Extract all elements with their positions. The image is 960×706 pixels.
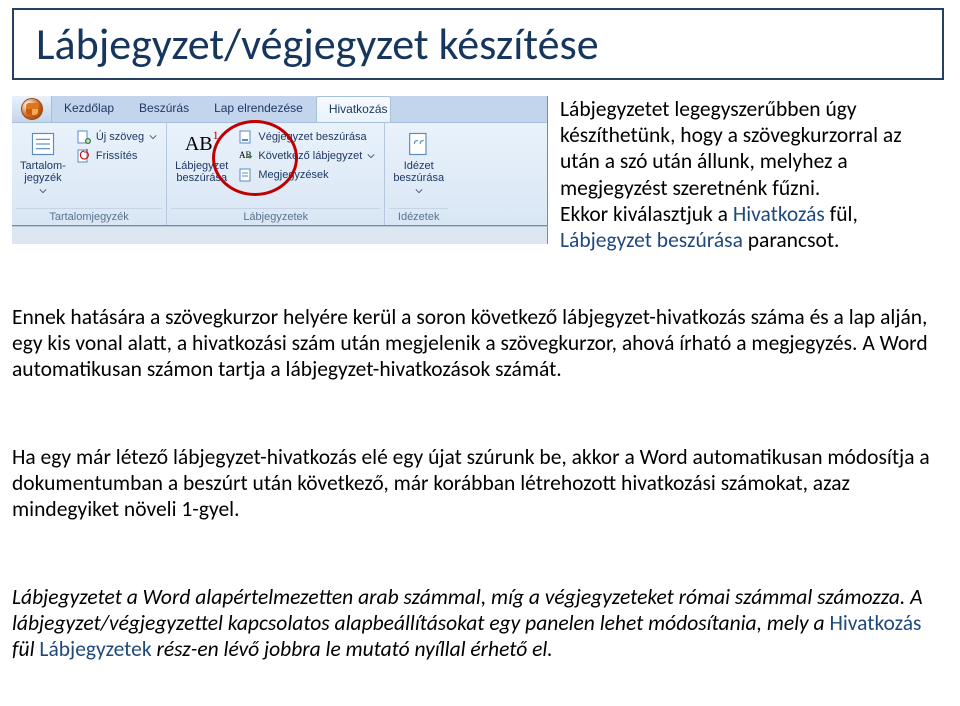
- insert-citation-label: Idézet beszúrása: [393, 160, 444, 184]
- insert-endnote-label: Végjegyzet beszúrása: [258, 131, 366, 143]
- chevron-down-icon: [366, 151, 376, 161]
- toc-button-label: Tartalom- jegyzék: [20, 160, 66, 184]
- add-text-button[interactable]: Új szöveg: [74, 128, 160, 146]
- endnote-icon: [238, 129, 254, 145]
- ruler: [12, 226, 548, 244]
- intro-hl-labjegyzet: Lábjegyzet beszúrása: [560, 227, 743, 253]
- group-title-footnotes: Lábjegyzetek: [171, 208, 380, 225]
- tab-kezdolap[interactable]: Kezdőlap: [52, 96, 127, 122]
- insert-citation-button[interactable]: Idézet beszúrása: [389, 126, 448, 208]
- p3-hl-labjegyzetek: Lábjegyzetek: [39, 636, 151, 662]
- paragraph-2: Ha egy már létező lábjegyzet-hivatkozás …: [12, 444, 946, 523]
- p3-hl-hivatkozas: Hivatkozás: [829, 610, 921, 636]
- word-ribbon-screenshot: Kezdőlap Beszúrás Lap elrendezése Hivatk…: [12, 96, 548, 226]
- p3-s1: Lábjegyzetet a Word alapértelmezetten ar…: [12, 584, 923, 636]
- intro-line2-post: parancsot.: [743, 227, 840, 253]
- intro-hl-hivatkozas: Hivatkozás: [733, 201, 825, 227]
- citation-icon: [405, 130, 433, 158]
- footnote-ab-icon: AB1: [188, 130, 216, 158]
- chevron-down-icon: [414, 186, 424, 196]
- tab-lap-elrendezese[interactable]: Lap elrendezése: [202, 96, 316, 122]
- toc-button[interactable]: Tartalom- jegyzék: [16, 126, 70, 208]
- show-notes-label: Megjegyzések: [258, 169, 328, 181]
- show-notes-icon: [238, 167, 254, 183]
- p3-s2: fül: [12, 636, 39, 662]
- intro-paragraph: Lábjegyzetet legegyszerűbben úgy készíth…: [560, 96, 946, 253]
- toc-icon: [29, 130, 57, 158]
- update-toc-button[interactable]: Frissítés: [74, 147, 160, 165]
- group-labjegyzetek: AB1 Lábjegyzet beszúrása Végjegyzet besz…: [167, 123, 385, 225]
- insert-endnote-button[interactable]: Végjegyzet beszúrása: [236, 128, 378, 146]
- tab-beszuras[interactable]: Beszúrás: [127, 96, 202, 122]
- refresh-icon: [76, 148, 92, 164]
- add-text-label: Új szöveg: [96, 131, 144, 143]
- page-title: Lábjegyzet/végjegyzet készítése: [36, 17, 599, 71]
- chevron-down-icon: [38, 186, 48, 196]
- group-title-toc: Tartalomjegyzék: [16, 208, 162, 225]
- insert-footnote-label: Lábjegyzet beszúrása: [175, 160, 228, 184]
- office-orb-icon: [21, 98, 43, 120]
- intro-line2-pre: Ekkor kiválasztjuk a: [560, 201, 733, 227]
- paragraph-3: Lábjegyzetet a Word alapértelmezetten ar…: [12, 584, 946, 663]
- next-footnote-icon: AB: [238, 148, 254, 164]
- intro-line2-mid: fül,: [825, 201, 858, 227]
- update-toc-label: Frissítés: [96, 150, 138, 162]
- chevron-down-icon: [148, 132, 158, 142]
- next-footnote-button[interactable]: AB Következő lábjegyzet: [236, 147, 378, 165]
- title-card: Lábjegyzet/végjegyzet készítése: [12, 8, 944, 80]
- next-footnote-label: Következő lábjegyzet: [258, 150, 362, 162]
- group-title-citations: Idézetek: [389, 208, 448, 225]
- office-button[interactable]: [12, 96, 52, 122]
- ribbon-body: Tartalom- jegyzék Új szöveg Frissítés: [12, 122, 547, 225]
- paragraph-1: Ennek hatására a szövegkurzor helyére ke…: [12, 304, 946, 383]
- tab-hivatkozas[interactable]: Hivatkozás: [316, 96, 391, 122]
- add-text-icon: [76, 129, 92, 145]
- insert-footnote-button[interactable]: AB1 Lábjegyzet beszúrása: [171, 126, 232, 208]
- intro-line1: Lábjegyzetet legegyszerűbben úgy készíth…: [560, 96, 902, 201]
- group-idezetek: Idézet beszúrása Idézetek: [385, 123, 452, 225]
- show-notes-button[interactable]: Megjegyzések: [236, 166, 378, 184]
- ribbon-tabbar: Kezdőlap Beszúrás Lap elrendezése Hivatk…: [12, 96, 547, 122]
- p3-s3: rész-en lévő jobbra le mutató nyíllal ér…: [152, 636, 553, 662]
- group-tartalomjegyzek: Tartalom- jegyzék Új szöveg Frissítés: [12, 123, 167, 225]
